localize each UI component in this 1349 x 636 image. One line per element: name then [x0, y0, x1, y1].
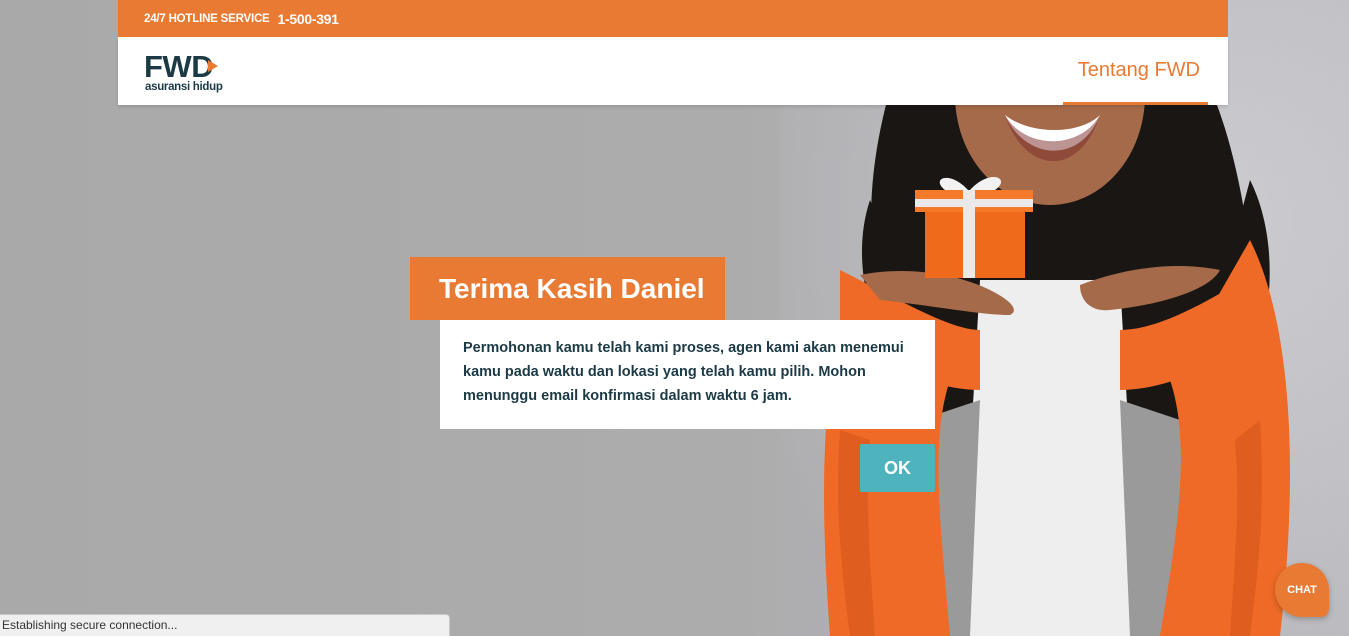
- logo-subtitle: asuransi hidup: [145, 81, 223, 93]
- nav-bar: FWD asuransi hidup Tentang FWD: [118, 37, 1228, 105]
- hotline-bar: 24/7 HOTLINE SERVICE 1-500-391: [118, 0, 1228, 37]
- chat-button[interactable]: CHAT: [1275, 563, 1329, 617]
- ok-button[interactable]: OK: [860, 444, 935, 492]
- modal-message: Permohonan kamu telah kami proses, agen …: [440, 320, 935, 429]
- modal-title: Terima Kasih Daniel: [410, 257, 725, 320]
- fwd-logo[interactable]: FWD asuransi hidup: [144, 51, 234, 95]
- chat-label: CHAT: [1287, 584, 1317, 596]
- status-text: Establishing secure connection...: [2, 618, 178, 632]
- logo-play-icon: [208, 60, 218, 72]
- nav-active-underline: [1063, 102, 1208, 105]
- hotline-label: 24/7 HOTLINE SERVICE: [144, 12, 270, 25]
- logo-text: FWD: [144, 49, 214, 84]
- nav-link-tentang-fwd[interactable]: Tentang FWD: [1078, 37, 1200, 103]
- page: 24/7 HOTLINE SERVICE 1-500-391 FWD asura…: [0, 0, 1349, 636]
- hotline-number[interactable]: 1-500-391: [278, 11, 339, 27]
- browser-status-bar: Establishing secure connection...: [0, 614, 450, 636]
